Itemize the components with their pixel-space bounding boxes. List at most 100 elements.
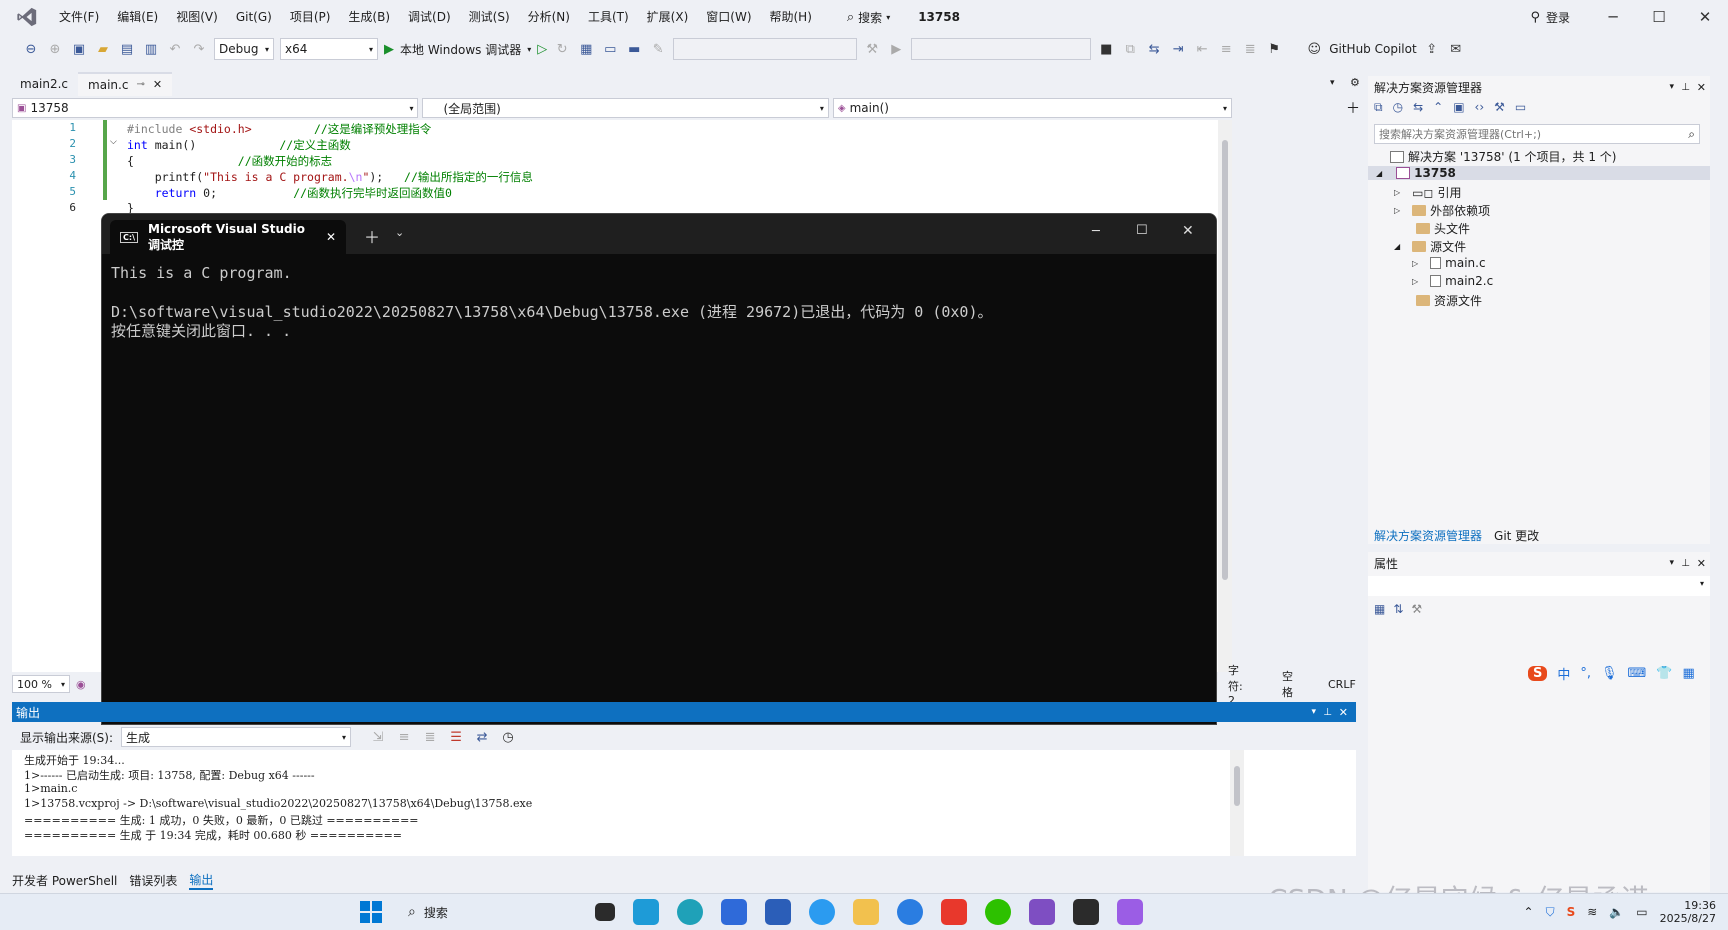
feedback-icon[interactable]: ✉: [1447, 40, 1465, 58]
wrench-icon[interactable]: ⚒: [1494, 100, 1505, 115]
output-text-area[interactable]: 生成开始于 19:34... 1>------ 已启动生成: 项目: 13758…: [12, 750, 1356, 856]
menu-debug[interactable]: 调试(D): [399, 0, 460, 34]
start-debug-button[interactable]: 本地 Windows 调试器: [400, 41, 521, 58]
tab-main2-c[interactable]: main2.c: [10, 72, 78, 96]
output-scrollbar[interactable]: [1230, 750, 1244, 856]
chevron-expanded-icon[interactable]: ◢: [1376, 169, 1382, 178]
timestamp-icon[interactable]: ◷: [499, 728, 517, 746]
switch-views-icon[interactable]: ⧉: [1374, 100, 1383, 115]
task-view-icon[interactable]: [595, 903, 615, 921]
close-icon[interactable]: ✕: [1697, 557, 1706, 570]
chevron-right-icon[interactable]: ▷: [1412, 259, 1418, 268]
copilot-icon[interactable]: ☺: [1305, 40, 1323, 58]
redo-icon[interactable]: ↷: [190, 40, 208, 58]
tree-item-main-c[interactable]: ▷ main.c: [1412, 256, 1486, 270]
menu-edit[interactable]: 编辑(E): [108, 0, 167, 34]
find-combo[interactable]: [673, 38, 858, 60]
next-message-icon[interactable]: ≣: [421, 728, 439, 746]
property-pages-icon[interactable]: ⚒: [1411, 602, 1422, 616]
bookmark-icon[interactable]: ⚑: [1265, 40, 1283, 58]
menu-analyze[interactable]: 分析(N): [519, 0, 579, 34]
start-icon[interactable]: [360, 901, 382, 923]
debug-console-window[interactable]: C:\ Microsoft Visual Studio 调试控 ✕ ＋ ⌄ ─ …: [101, 213, 1217, 725]
menu-git[interactable]: Git(G): [227, 0, 281, 34]
save-icon[interactable]: ▤: [118, 40, 136, 58]
comment-lines-icon[interactable]: ≡: [1217, 40, 1235, 58]
menu-build[interactable]: 生成(B): [339, 0, 399, 34]
chevron-down-icon[interactable]: ▾: [1669, 82, 1674, 92]
sogou-browser-icon[interactable]: [897, 899, 923, 925]
edge-browser-icon[interactable]: [677, 899, 703, 925]
ime-language[interactable]: 中: [1557, 664, 1570, 683]
close-icon[interactable]: ✕: [326, 230, 336, 244]
battery-icon[interactable]: ▭: [1636, 905, 1647, 919]
search-icon[interactable]: ⌕: [1688, 127, 1695, 142]
tab-git-changes[interactable]: Git 更改: [1494, 527, 1539, 544]
minimize-icon[interactable]: ─: [1092, 224, 1100, 239]
project-dropdown[interactable]: ▣ 13758 ▾: [12, 98, 419, 118]
mail-app-icon[interactable]: [633, 899, 659, 925]
target-combo[interactable]: [911, 38, 1092, 60]
menu-project[interactable]: 项目(P): [281, 0, 340, 34]
tab-error-list[interactable]: 错误列表: [129, 872, 177, 889]
indent-icon[interactable]: ⇥: [1169, 40, 1187, 58]
comment-icon[interactable]: ▬: [625, 40, 643, 58]
chevron-down-icon[interactable]: ⌄: [395, 226, 404, 239]
menu-window[interactable]: 窗口(W): [697, 0, 760, 34]
tab-output[interactable]: 输出: [189, 871, 214, 890]
solution-node[interactable]: 解决方案 '13758' (1 个项目，共 1 个): [1390, 148, 1616, 165]
sync-icon[interactable]: ⇆: [1413, 100, 1423, 115]
word-wrap-icon[interactable]: ⇄: [473, 728, 491, 746]
word-icon[interactable]: [765, 899, 791, 925]
chevron-down-icon[interactable]: ▾: [1669, 558, 1674, 568]
solution-search-input[interactable]: [1379, 127, 1689, 141]
solution-explorer-icon[interactable]: ▦: [577, 40, 595, 58]
close-icon[interactable]: ✕: [1697, 81, 1706, 94]
pen-icon[interactable]: ✎: [649, 40, 667, 58]
whitespace-mode[interactable]: 空格: [1282, 668, 1293, 700]
tree-item-references[interactable]: ▷ ▭◻ 引用: [1394, 184, 1461, 201]
uncomment-icon[interactable]: ≣: [1241, 40, 1259, 58]
tab-list-chevron-icon[interactable]: ▾: [1330, 78, 1335, 88]
config-select[interactable]: Debug ▾: [214, 38, 274, 60]
chevron-down-icon[interactable]: ▾: [1311, 707, 1316, 717]
project-node[interactable]: ◢ 13758: [1368, 166, 1710, 180]
menu-tools[interactable]: 工具(T): [579, 0, 638, 34]
outdent-icon[interactable]: ⇤: [1193, 40, 1211, 58]
sogou-logo-icon[interactable]: S: [1528, 666, 1548, 681]
undo-icon[interactable]: ↶: [166, 40, 184, 58]
scope-dropdown[interactable]: (全局范围) ▾: [422, 98, 829, 118]
show-all-files-icon[interactable]: ▣: [1453, 100, 1464, 115]
back-icon[interactable]: ⊖: [22, 40, 40, 58]
tree-item-resource-files[interactable]: 资源文件: [1416, 292, 1482, 309]
history-icon[interactable]: ◷: [1393, 100, 1403, 115]
pin-icon[interactable]: ⊸: [136, 73, 144, 97]
chevron-down-icon[interactable]: ▾: [527, 45, 531, 54]
clock[interactable]: 19:36 2025/8/27: [1660, 899, 1716, 925]
solution-search-box[interactable]: ⌕: [1374, 124, 1700, 144]
wps-icon[interactable]: [941, 899, 967, 925]
store-icon[interactable]: [721, 899, 747, 925]
menu-extensions[interactable]: 扩展(X): [638, 0, 698, 34]
share-icon[interactable]: ⇪: [1423, 40, 1441, 58]
open-folder-icon[interactable]: ▰: [94, 40, 112, 58]
pin-icon[interactable]: ⊥: [1681, 82, 1690, 93]
tree-item-source-files[interactable]: ◢ 源文件: [1394, 238, 1466, 255]
punctuation-icon[interactable]: °,: [1580, 666, 1591, 681]
collapse-all-icon[interactable]: ⌃: [1433, 100, 1443, 115]
tool-icon[interactable]: ⚒: [863, 40, 881, 58]
new-tab-icon[interactable]: ＋: [364, 224, 380, 248]
wifi-icon[interactable]: ≋: [1587, 905, 1597, 919]
wechat-icon[interactable]: [985, 899, 1011, 925]
global-search[interactable]: ⌕ 搜索 ▾: [839, 5, 898, 29]
tree-item-main2-c[interactable]: ▷ main2.c: [1412, 274, 1493, 288]
intellicode-icon[interactable]: ◉: [76, 678, 86, 691]
start-debug-icon[interactable]: ▶: [384, 42, 394, 57]
toolbox-icon[interactable]: ▦: [1683, 666, 1695, 681]
microphone-icon[interactable]: 🎙: [1601, 666, 1618, 681]
scrollbar-thumb[interactable]: [1222, 140, 1228, 580]
zoom-select[interactable]: 100 % ▾: [12, 675, 70, 693]
account-icon[interactable]: ⚲: [1530, 10, 1540, 25]
save-all-icon[interactable]: ▥: [142, 40, 160, 58]
chat-icon[interactable]: [809, 899, 835, 925]
